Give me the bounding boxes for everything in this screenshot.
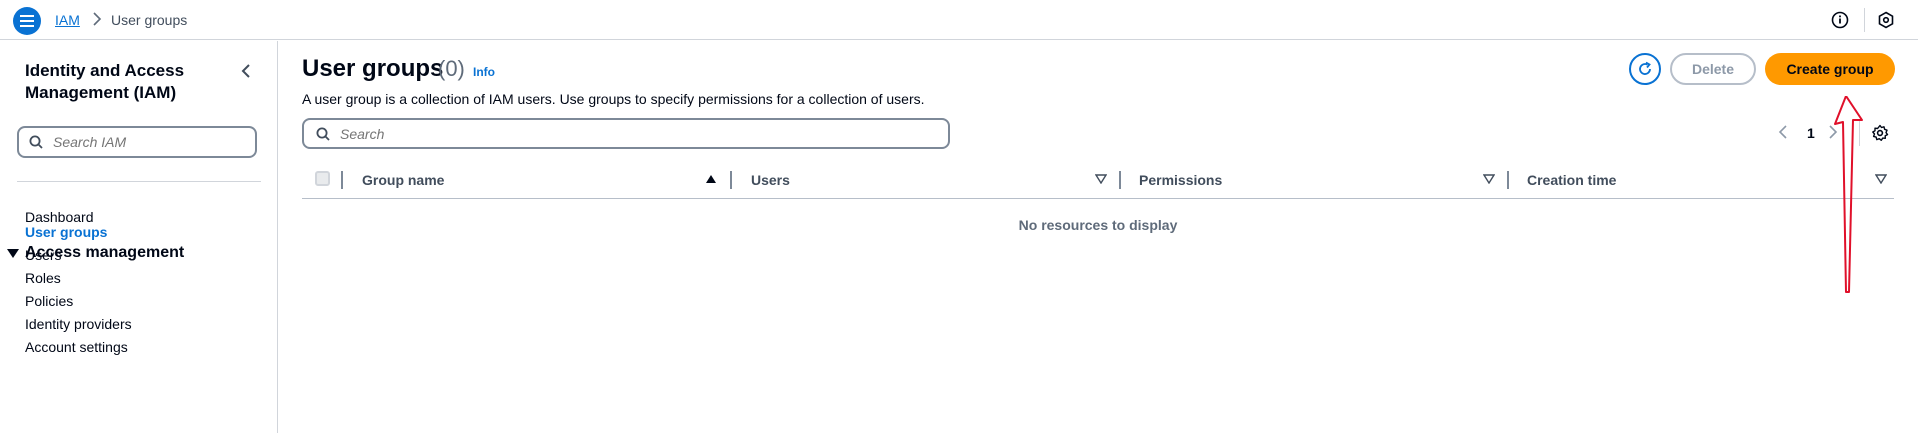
column-header-permissions[interactable]: Permissions [1139, 172, 1222, 188]
sidebar-search-field[interactable] [17, 126, 257, 158]
refresh-icon [1639, 61, 1651, 75]
column-header-group-name[interactable]: Group name [362, 172, 444, 188]
page-number[interactable]: 1 [1807, 125, 1815, 141]
table-header: Group name Users Permissions Creation ti… [302, 167, 1894, 199]
pager-divider [1859, 120, 1860, 146]
main-search-field[interactable] [302, 118, 950, 149]
sort-descending-icon[interactable] [1095, 174, 1107, 184]
sidebar-item-identity-providers[interactable]: Identity providers [25, 316, 132, 332]
column-header-users[interactable]: Users [751, 172, 790, 188]
sidebar-item-policies[interactable]: Policies [25, 293, 73, 309]
search-icon [29, 135, 43, 149]
breadcrumb-separator-icon [93, 12, 102, 26]
info-link[interactable]: Info [473, 65, 495, 79]
page-description: A user group is a collection of IAM user… [302, 91, 925, 107]
search-icon [316, 127, 330, 141]
sidebar-item-dashboard[interactable]: Dashboard [25, 209, 94, 225]
group-count: (0) [438, 56, 465, 81]
next-page-icon[interactable] [1828, 124, 1838, 140]
sidebar-item-user-groups[interactable]: User groups [25, 224, 107, 240]
select-all-checkbox[interactable] [315, 171, 330, 186]
empty-state-message: No resources to display [1018, 217, 1178, 233]
caret-down-icon [7, 248, 19, 258]
column-divider[interactable] [1507, 171, 1509, 189]
sidebar-item-users[interactable]: Users [25, 247, 62, 263]
sort-ascending-icon[interactable] [705, 174, 717, 184]
sidebar: Identity and Access Management (IAM) Das… [0, 41, 278, 433]
create-group-button[interactable]: Create group [1765, 53, 1895, 85]
sidebar-search-input[interactable] [53, 134, 243, 150]
sidebar-title: Identity and Access Management (IAM) [25, 61, 185, 102]
page-title: User groups [302, 55, 444, 82]
column-header-creation-time[interactable]: Creation time [1527, 172, 1616, 188]
gear-icon[interactable] [1871, 124, 1889, 142]
top-navigation-bar: IAM User groups [0, 0, 1918, 40]
sort-descending-icon[interactable] [1483, 174, 1495, 184]
hamburger-menu-icon[interactable] [13, 7, 41, 35]
column-divider[interactable] [1119, 171, 1121, 189]
sidebar-item-account-settings[interactable]: Account settings [25, 339, 128, 355]
settings-hexagon-icon[interactable] [1877, 11, 1895, 29]
main-search-input[interactable] [340, 125, 920, 142]
breadcrumb-iam-link[interactable]: IAM [55, 12, 80, 28]
column-divider[interactable] [341, 171, 343, 189]
sidebar-item-roles[interactable]: Roles [25, 270, 61, 286]
sort-descending-icon[interactable] [1875, 174, 1887, 184]
delete-button[interactable]: Delete [1670, 53, 1756, 85]
breadcrumb-current: User groups [111, 12, 188, 28]
top-divider [1864, 8, 1865, 32]
refresh-button[interactable] [1629, 53, 1661, 85]
sidebar-divider [17, 181, 261, 182]
chevron-left-icon[interactable] [240, 63, 252, 79]
column-divider[interactable] [730, 171, 732, 189]
info-circle-icon[interactable] [1831, 11, 1849, 29]
previous-page-icon[interactable] [1778, 124, 1788, 140]
